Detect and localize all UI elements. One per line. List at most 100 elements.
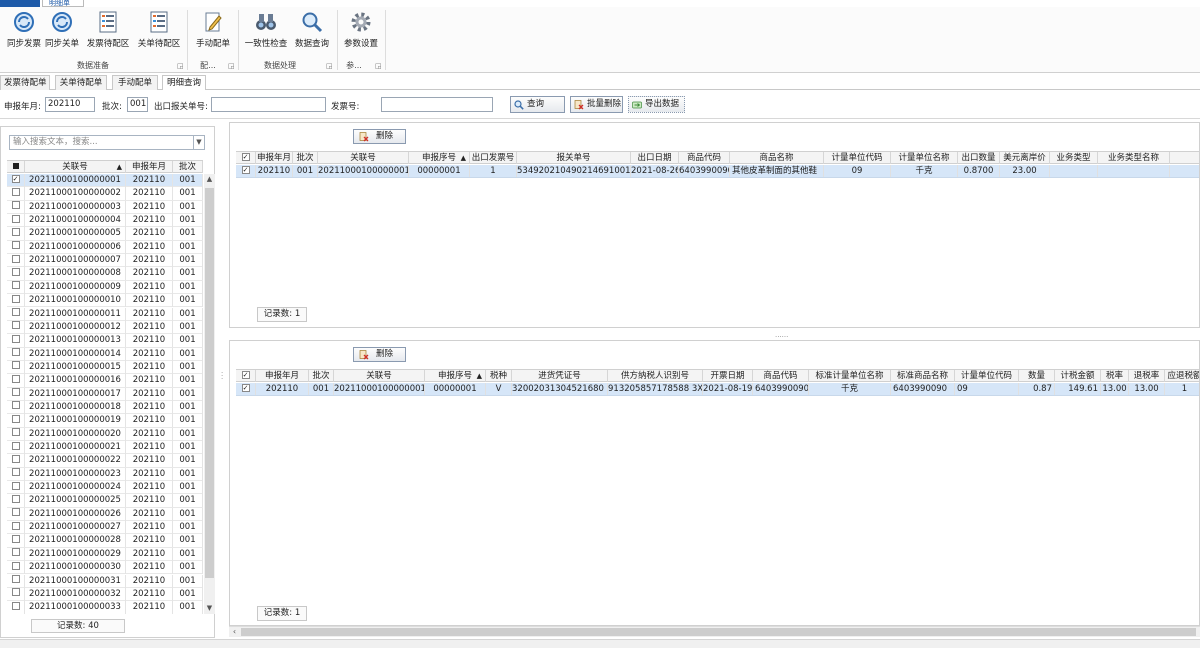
column-header[interactable]: 数量	[1019, 370, 1055, 382]
row-checkbox[interactable]	[7, 534, 25, 548]
tab-detail-query[interactable]: 明细查询	[162, 75, 206, 90]
column-header[interactable]: 批次	[309, 370, 334, 382]
tab-manual-match[interactable]: 手动配单	[112, 75, 158, 90]
table-row[interactable]: ✓ 202110 001 20211000100000001 00000001 1 5349…	[236, 165, 1199, 178]
horizontal-scrollbar[interactable]: ‹	[229, 626, 1200, 637]
ribbon-tab-detail[interactable]: 明细单	[42, 0, 84, 7]
list-item[interactable]: 20211000100000009 202110 001	[7, 280, 203, 295]
column-header[interactable]: 出口日期	[631, 152, 679, 164]
list-item[interactable]: 20211000100000008 202110 001	[7, 267, 203, 281]
column-header[interactable]: 业务类型名称	[1098, 152, 1170, 164]
row-checkbox[interactable]	[7, 240, 25, 254]
dialog-launcher-icon[interactable]: ◲	[177, 62, 184, 70]
list-item[interactable]: 20211000100000021 202110 001	[7, 441, 203, 455]
chevron-down-icon[interactable]: ▼	[193, 136, 204, 149]
list-item[interactable]: 20211000100000022 202110 001	[7, 454, 203, 468]
row-checkbox[interactable]	[7, 427, 25, 441]
row-checkbox[interactable]: ✓	[236, 165, 256, 177]
list-item[interactable]: 20211000100000032 202110 001	[7, 587, 203, 602]
column-header-link-no[interactable]: 关联号 ▲	[25, 161, 126, 173]
column-header[interactable]: 进货凭证号	[512, 370, 608, 382]
column-header[interactable]: 申报年月	[256, 370, 309, 382]
batch-input[interactable]: 001	[127, 97, 148, 112]
column-header-period[interactable]: 申报年月	[126, 161, 173, 173]
dialog-launcher-icon[interactable]: ◲	[326, 62, 333, 70]
scroll-down-icon[interactable]: ▼	[204, 603, 215, 614]
scrollbar-thumb[interactable]	[241, 628, 1196, 636]
list-item[interactable]: 20211000100000017 202110 001	[7, 387, 203, 401]
column-header[interactable]: 税率	[1101, 370, 1129, 382]
list-item[interactable]: 20211000100000023 202110 001	[7, 467, 203, 482]
list-item[interactable]: 20211000100000028 202110 001	[7, 534, 203, 548]
list-item[interactable]: 20211000100000014 202110 001	[7, 347, 203, 361]
column-header[interactable]: 退税率	[1129, 370, 1165, 382]
column-header-batch[interactable]: 批次	[173, 161, 203, 173]
row-checkbox[interactable]	[7, 441, 25, 454]
row-checkbox[interactable]	[7, 521, 25, 535]
list-item[interactable]: 20211000100000012 202110 001	[7, 320, 203, 335]
row-checkbox[interactable]	[7, 454, 25, 468]
row-checkbox[interactable]	[7, 547, 25, 561]
column-header[interactable]: 出口数量	[958, 152, 1000, 164]
scrollbar-thumb[interactable]	[205, 188, 214, 578]
list-item[interactable]: 20211000100000006 202110 001	[7, 240, 203, 255]
scroll-up-icon[interactable]: ▲	[204, 174, 215, 185]
delete-button[interactable]: 删除	[353, 129, 406, 144]
list-item[interactable]: 20211000100000010 202110 001	[7, 294, 203, 308]
list-item[interactable]: 20211000100000019 202110 001	[7, 414, 203, 428]
column-header[interactable]: 关联号	[318, 152, 409, 164]
row-checkbox[interactable]	[7, 360, 25, 374]
column-header[interactable]: 开票日期	[703, 370, 753, 382]
row-checkbox[interactable]	[7, 481, 25, 495]
customs-no-input[interactable]	[211, 97, 326, 112]
column-header[interactable]: 税种	[486, 370, 512, 382]
list-item[interactable]: 20211000100000033 202110 001	[7, 601, 203, 614]
column-header[interactable]: 计量单位名称	[891, 152, 958, 164]
search-input[interactable]: 输入搜索文本，搜索... ▼	[9, 135, 205, 150]
table-row[interactable]: ✓ 202110 001 20211000100000001 00000001 V 3200…	[236, 383, 1199, 396]
data-query-button[interactable]: 数据查询	[289, 9, 335, 55]
column-header[interactable]: 计税金额	[1055, 370, 1101, 382]
column-header[interactable]: 业务类型	[1050, 152, 1098, 164]
vertical-splitter[interactable]: · · ·	[221, 370, 225, 383]
tab-customs-pending[interactable]: 关单待配单	[55, 75, 107, 90]
row-checkbox[interactable]	[7, 494, 25, 508]
row-checkbox[interactable]	[7, 200, 25, 214]
sync-customs-button[interactable]: 同步关单	[38, 9, 86, 55]
invoice-pending-button[interactable]: 发票待配区	[84, 9, 132, 55]
batch-delete-button[interactable]: 批量删除	[570, 96, 623, 113]
app-menu-tab[interactable]	[0, 0, 40, 7]
row-checkbox[interactable]	[7, 400, 25, 414]
column-header[interactable]: 申报序号 ▲	[409, 152, 470, 164]
customs-pending-button[interactable]: 关单待配区	[135, 9, 183, 55]
row-checkbox[interactable]	[7, 347, 25, 361]
row-checkbox[interactable]	[7, 587, 25, 601]
list-item[interactable]: 20211000100000003 202110 001	[7, 200, 203, 215]
period-input[interactable]: 202110	[45, 97, 95, 112]
export-button[interactable]: 导出数据	[628, 96, 685, 113]
row-checkbox[interactable]	[7, 320, 25, 334]
row-checkbox[interactable]	[7, 387, 25, 401]
select-all-checkbox[interactable]	[7, 161, 25, 173]
column-header[interactable]: 标准商品名称	[891, 370, 955, 382]
list-item[interactable]: 20211000100000015 202110 001	[7, 360, 203, 375]
column-header[interactable]: 关联号	[334, 370, 425, 382]
row-checkbox[interactable]	[7, 414, 25, 428]
list-item[interactable]: 20211000100000029 202110 001	[7, 547, 203, 562]
list-item[interactable]: 20211000100000026 202110 001	[7, 507, 203, 522]
list-item[interactable]: 20211000100000020 202110 001	[7, 427, 203, 441]
column-header[interactable]: 供方纳税人识别号	[608, 370, 703, 382]
list-item[interactable]: 20211000100000027 202110 001	[7, 521, 203, 535]
row-checkbox[interactable]	[7, 294, 25, 308]
column-header[interactable]: 商品代码	[753, 370, 809, 382]
select-all-checkbox[interactable]: ✓	[236, 152, 256, 164]
row-checkbox[interactable]: ✓	[7, 174, 25, 187]
column-header[interactable]: 美元离岸价	[1000, 152, 1050, 164]
list-item[interactable]: 20211000100000031 202110 001	[7, 574, 203, 588]
row-checkbox[interactable]	[7, 187, 25, 201]
column-header[interactable]: 商品代码	[679, 152, 730, 164]
column-header[interactable]: 批次	[293, 152, 318, 164]
row-checkbox[interactable]	[7, 254, 25, 268]
delete-button[interactable]: 删除	[353, 347, 406, 362]
row-checkbox[interactable]	[7, 214, 25, 228]
